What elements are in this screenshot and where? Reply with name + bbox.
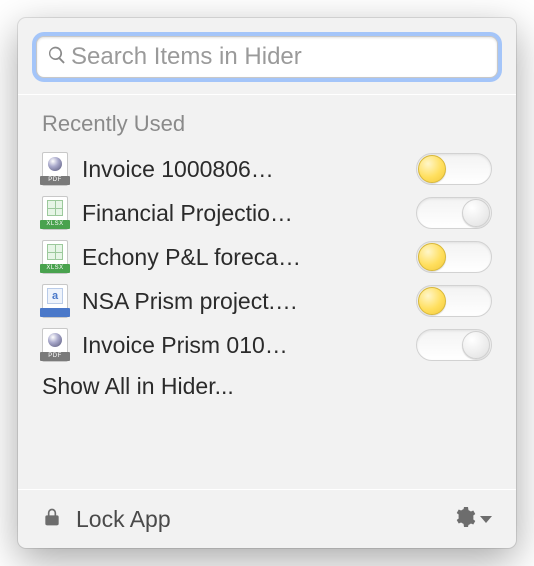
toggle-knob bbox=[418, 243, 446, 271]
show-all-link[interactable]: Show All in Hider... bbox=[18, 367, 516, 408]
search-area bbox=[18, 18, 516, 94]
toggle-knob bbox=[462, 331, 490, 359]
search-field[interactable] bbox=[36, 36, 498, 78]
recently-used-section: Recently Used PDF Invoice 1000806… XLSX Fin… bbox=[18, 95, 516, 489]
item-label: Financial Projectio… bbox=[82, 200, 402, 227]
lock-icon bbox=[42, 506, 62, 533]
chevron-down-icon bbox=[480, 516, 492, 523]
gear-icon bbox=[452, 505, 476, 534]
hide-toggle[interactable] bbox=[416, 153, 492, 185]
hide-toggle[interactable] bbox=[416, 285, 492, 317]
item-label: Invoice 1000806… bbox=[82, 156, 402, 183]
item-label: NSA Prism project.… bbox=[82, 288, 402, 315]
settings-menu-button[interactable] bbox=[452, 505, 492, 534]
file-pdf-icon: PDF bbox=[42, 152, 68, 186]
item-label: Echony P&L foreca… bbox=[82, 244, 402, 271]
file-xls-icon: XLSX bbox=[42, 240, 68, 274]
toggle-knob bbox=[418, 155, 446, 183]
file-pdf-icon: PDF bbox=[42, 328, 68, 362]
item-label: Invoice Prism 010… bbox=[82, 332, 402, 359]
list-item[interactable]: XLSX Echony P&L foreca… bbox=[18, 235, 516, 279]
search-icon bbox=[47, 45, 71, 70]
search-input[interactable] bbox=[71, 37, 487, 77]
list-item[interactable]: NSA Prism project.… bbox=[18, 279, 516, 323]
file-doc-icon bbox=[42, 284, 68, 318]
footer-bar: Lock App bbox=[18, 490, 516, 548]
toggle-knob bbox=[462, 199, 490, 227]
hide-toggle[interactable] bbox=[416, 329, 492, 361]
file-xls-icon: XLSX bbox=[42, 196, 68, 230]
list-item[interactable]: XLSX Financial Projectio… bbox=[18, 191, 516, 235]
list-item[interactable]: PDF Invoice Prism 010… bbox=[18, 323, 516, 367]
hide-toggle[interactable] bbox=[416, 241, 492, 273]
section-title: Recently Used bbox=[18, 105, 516, 147]
list-item[interactable]: PDF Invoice 1000806… bbox=[18, 147, 516, 191]
hider-popover-panel: Recently Used PDF Invoice 1000806… XLSX Fin… bbox=[18, 18, 516, 548]
hide-toggle[interactable] bbox=[416, 197, 492, 229]
toggle-knob bbox=[418, 287, 446, 315]
lock-app-button[interactable]: Lock App bbox=[76, 506, 438, 533]
